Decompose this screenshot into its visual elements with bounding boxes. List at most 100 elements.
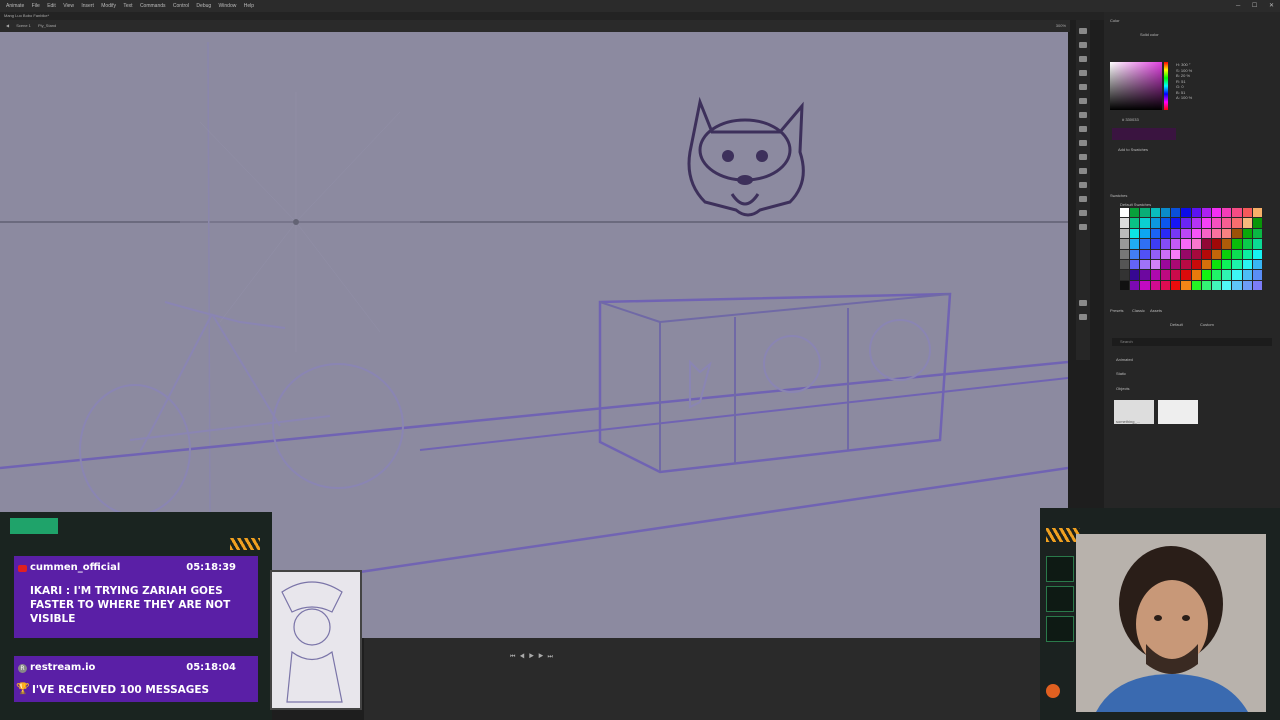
swatch[interactable] xyxy=(1201,249,1211,259)
swatch[interactable] xyxy=(1171,280,1181,290)
swatch[interactable] xyxy=(1140,259,1150,270)
swatch[interactable] xyxy=(1232,259,1242,270)
swatch[interactable] xyxy=(1150,259,1160,270)
swatch[interactable] xyxy=(1171,228,1181,239)
swatch[interactable] xyxy=(1140,280,1150,290)
eraser-tool-icon[interactable] xyxy=(1079,196,1087,202)
swatch[interactable] xyxy=(1160,218,1171,228)
swatch[interactable] xyxy=(1171,208,1181,218)
swatch[interactable] xyxy=(1181,208,1191,218)
custom-button[interactable]: Custom xyxy=(1200,322,1214,327)
swatch[interactable] xyxy=(1242,280,1252,290)
swatch[interactable] xyxy=(1232,208,1242,218)
swatch[interactable] xyxy=(1232,280,1242,290)
section-animated[interactable]: Animated xyxy=(1116,357,1133,362)
swatch[interactable] xyxy=(1150,218,1160,228)
swatch[interactable] xyxy=(1242,218,1252,228)
swatch[interactable] xyxy=(1120,208,1130,218)
swatch[interactable] xyxy=(1140,208,1150,218)
menu-modify[interactable]: Modify xyxy=(101,0,116,12)
swatch[interactable] xyxy=(1140,249,1150,259)
swatch[interactable] xyxy=(1242,208,1252,218)
swatch[interactable] xyxy=(1191,249,1201,259)
swatch[interactable] xyxy=(1120,280,1130,290)
swatch[interactable] xyxy=(1211,280,1222,290)
scene-label[interactable]: Scene 1 xyxy=(16,23,31,28)
swatch[interactable] xyxy=(1130,259,1140,270)
swatch[interactable] xyxy=(1140,228,1150,239)
swatch[interactable] xyxy=(1181,280,1191,290)
swatch[interactable] xyxy=(1160,249,1171,259)
hue-value[interactable]: H: 300 ° xyxy=(1176,62,1192,68)
swatch[interactable] xyxy=(1252,208,1262,218)
swatch[interactable] xyxy=(1150,228,1160,239)
hand-tool-icon[interactable] xyxy=(1079,210,1087,216)
swatch[interactable] xyxy=(1191,270,1201,280)
swatch[interactable] xyxy=(1211,218,1222,228)
add-to-swatches-button[interactable]: Add to Swatches xyxy=(1118,147,1148,152)
swatch[interactable] xyxy=(1130,218,1140,228)
swatch[interactable] xyxy=(1191,239,1201,249)
fill-type-select[interactable]: Solid color xyxy=(1140,32,1159,37)
library-tab-classic[interactable]: Classic xyxy=(1132,308,1145,313)
swatch[interactable] xyxy=(1211,249,1222,259)
swatch[interactable] xyxy=(1150,280,1160,290)
swatch[interactable] xyxy=(1130,270,1140,280)
alpha-value[interactable]: A: 100 % xyxy=(1176,95,1192,101)
swatch[interactable] xyxy=(1201,270,1211,280)
swatch[interactable] xyxy=(1252,218,1262,228)
text-tool-icon[interactable] xyxy=(1079,154,1087,160)
minimize-icon[interactable]: ─ xyxy=(1236,3,1240,9)
menu-app[interactable]: Animate xyxy=(6,0,24,12)
swatch[interactable] xyxy=(1252,239,1262,249)
swatch[interactable] xyxy=(1120,259,1130,270)
swatch[interactable] xyxy=(1140,239,1150,249)
swatch[interactable] xyxy=(1242,259,1252,270)
swatch[interactable] xyxy=(1150,249,1160,259)
first-frame-icon[interactable]: ⏮ xyxy=(510,654,519,660)
swatch[interactable] xyxy=(1130,208,1140,218)
menu-window[interactable]: Window xyxy=(219,0,237,12)
subselection-tool-icon[interactable] xyxy=(1079,42,1087,48)
document-tab[interactable]: Mang Luo Bobo Fanbike* xyxy=(0,12,1280,20)
swatch[interactable] xyxy=(1232,270,1242,280)
swatch[interactable] xyxy=(1232,218,1242,228)
hue-slider[interactable] xyxy=(1164,62,1168,110)
swatch[interactable] xyxy=(1171,270,1181,280)
maximize-icon[interactable]: ☐ xyxy=(1252,3,1257,9)
swatch[interactable] xyxy=(1120,270,1130,280)
swatch[interactable] xyxy=(1120,239,1130,249)
swatch[interactable] xyxy=(1120,218,1130,228)
lasso-tool-icon[interactable] xyxy=(1079,70,1087,76)
swatch[interactable] xyxy=(1150,270,1160,280)
swatch[interactable] xyxy=(1160,259,1171,270)
swatch[interactable] xyxy=(1222,259,1232,270)
swatch[interactable] xyxy=(1201,228,1211,239)
swatch[interactable] xyxy=(1130,280,1140,290)
swatch[interactable] xyxy=(1211,259,1222,270)
menu-text[interactable]: Text xyxy=(123,0,132,12)
menu-view[interactable]: View xyxy=(63,0,74,12)
swatch[interactable] xyxy=(1252,259,1262,270)
library-tab-assets[interactable]: Assets xyxy=(1150,308,1162,313)
swatch[interactable] xyxy=(1242,239,1252,249)
menu-control[interactable]: Control xyxy=(173,0,189,12)
swatch[interactable] xyxy=(1222,270,1232,280)
swatch[interactable] xyxy=(1150,239,1160,249)
zoom-level[interactable]: 300% xyxy=(1056,20,1066,32)
swatch[interactable] xyxy=(1242,228,1252,239)
swatch[interactable] xyxy=(1160,228,1171,239)
swatch[interactable] xyxy=(1171,239,1181,249)
timeline-panel[interactable] xyxy=(364,638,1044,720)
swatch[interactable] xyxy=(1242,249,1252,259)
menu-edit[interactable]: Edit xyxy=(47,0,56,12)
swatch[interactable] xyxy=(1211,228,1222,239)
swatch[interactable] xyxy=(1201,239,1211,249)
eyedropper-tool-icon[interactable] xyxy=(1079,182,1087,188)
symbol-label[interactable]: Ply_Stand xyxy=(38,23,56,28)
rectangle-tool-icon[interactable] xyxy=(1079,126,1087,132)
swatch[interactable] xyxy=(1181,259,1191,270)
swatch[interactable] xyxy=(1252,249,1262,259)
swatch[interactable] xyxy=(1181,218,1191,228)
swatch[interactable] xyxy=(1120,249,1130,259)
